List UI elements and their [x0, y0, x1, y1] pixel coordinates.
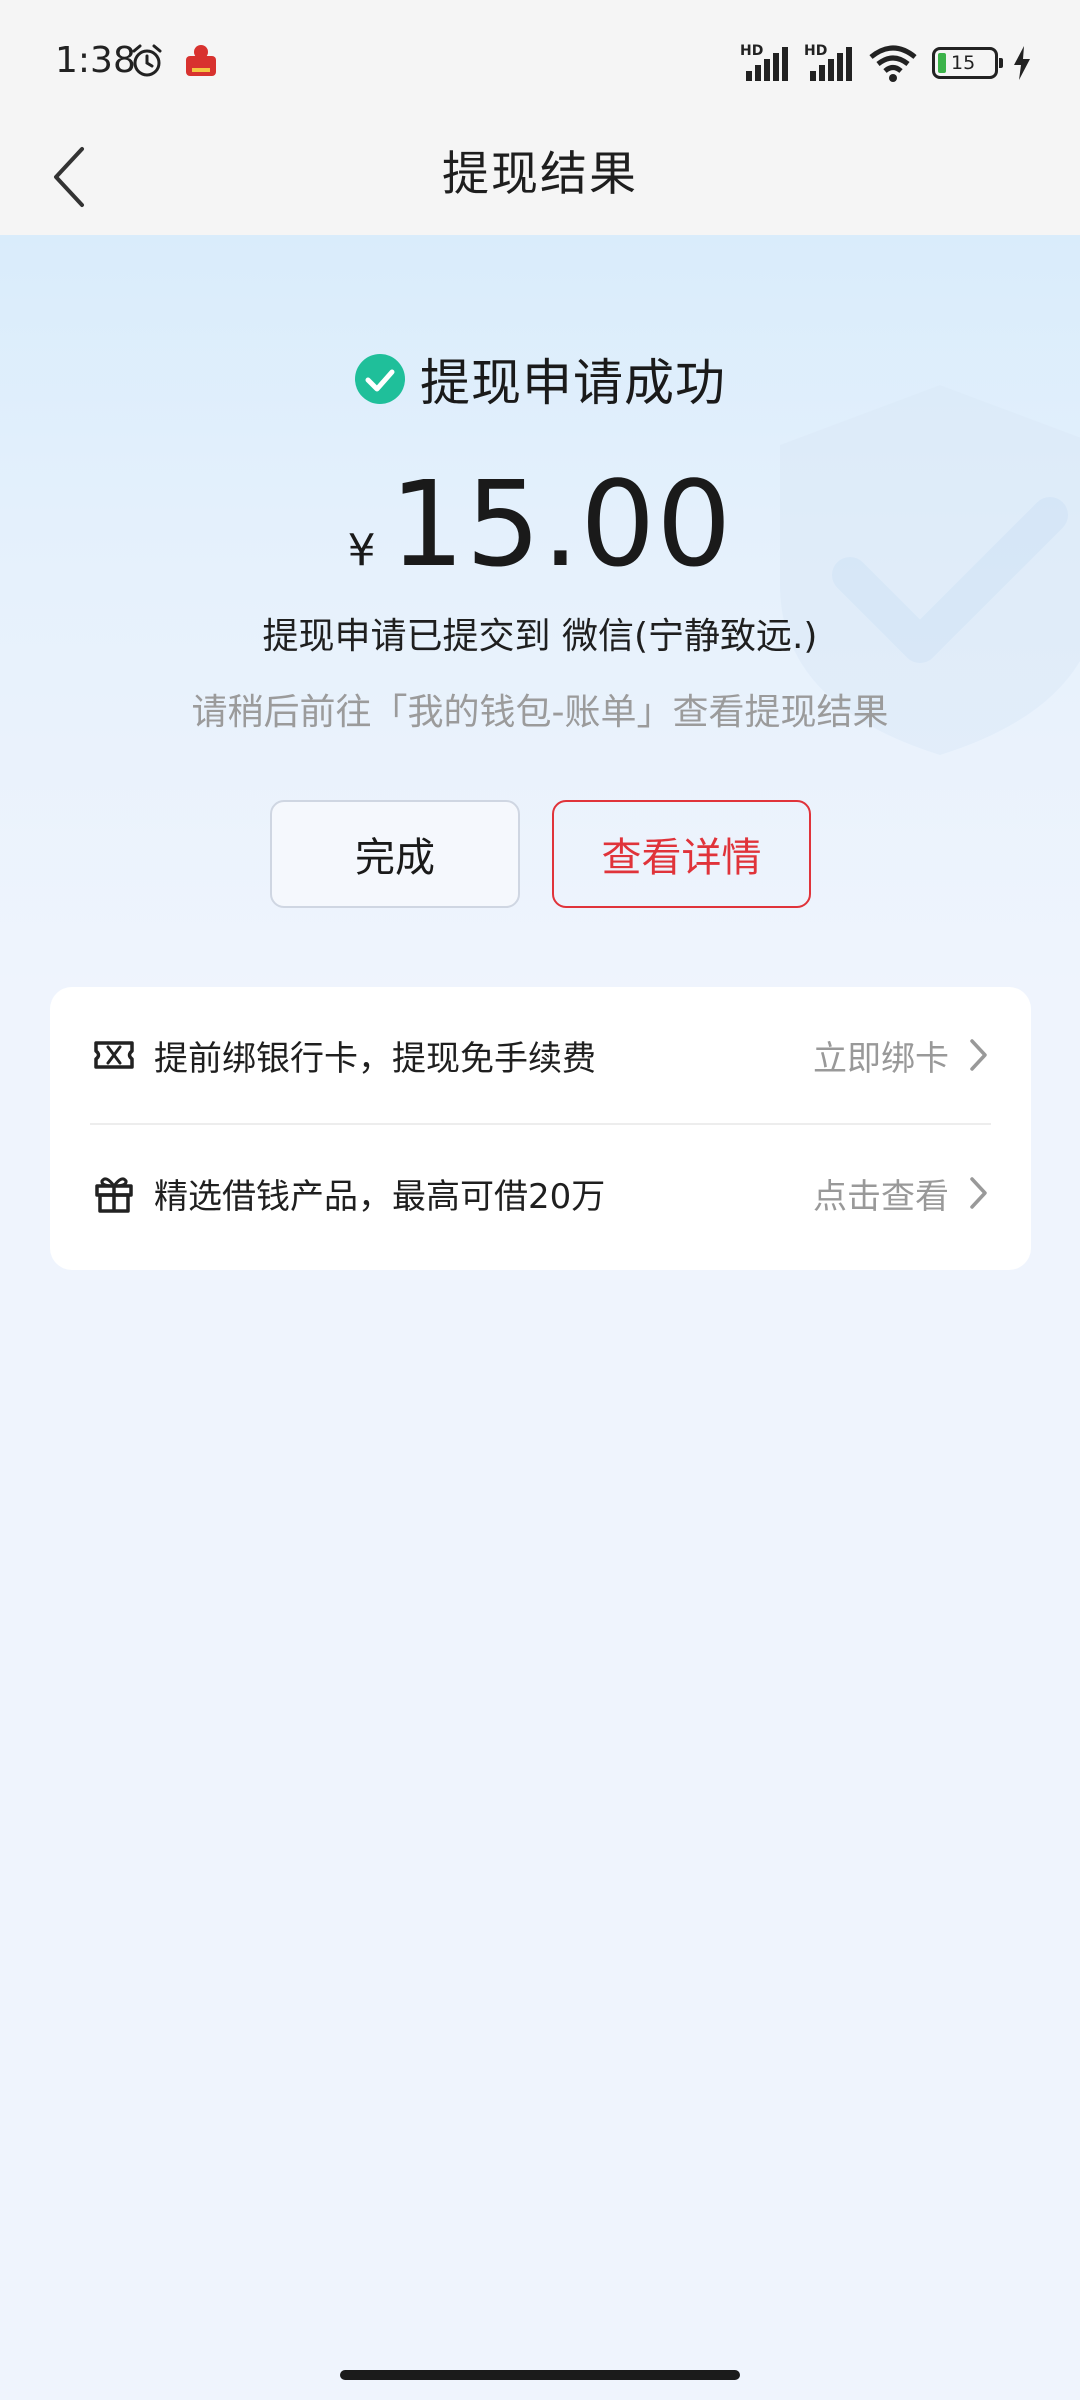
battery-icon: 15	[932, 46, 1003, 79]
page-title: 提现结果	[442, 147, 638, 202]
withdraw-amount: 15.00	[389, 455, 733, 593]
promo-card: 提前绑银行卡，提现免手续费 立即绑卡 精选借钱产品，最高可借20万 点击查看	[50, 987, 1031, 1270]
status-time: 1:38	[55, 40, 136, 81]
wifi-icon	[869, 45, 917, 82]
status-icons: HD HD 15	[740, 40, 1032, 85]
app-notification-icon	[186, 45, 216, 76]
status-bar: 1:38 HD HD 15	[0, 0, 1080, 125]
success-status: 提现申请成功	[0, 343, 1080, 415]
promo-bind-card-row[interactable]: 提前绑银行卡，提现免手续费 立即绑卡	[50, 987, 1031, 1123]
alarm-icon	[132, 44, 162, 77]
promo-loan-row[interactable]: 精选借钱产品，最高可借20万 点击查看	[50, 1125, 1031, 1261]
home-indicator[interactable]	[340, 2370, 740, 2380]
signal-icon: HD	[740, 43, 790, 83]
check-circle-icon	[355, 354, 405, 404]
promo-label: 提前绑银行卡，提现免手续费	[154, 1038, 596, 1079]
hint-text: 请稍后前往「我的钱包-账单」查看提现结果	[191, 692, 889, 733]
amount-display: ¥ 15.00	[0, 455, 1080, 593]
result-hero: 提现申请成功 ¥ 15.00 提现申请已提交到 微信(宁静致远.) 请稍后前往「…	[0, 235, 1080, 995]
chevron-right-icon	[970, 1039, 987, 1071]
submitted-text: 提现申请已提交到 微信(宁静致远.)	[262, 616, 818, 657]
bind-card-link[interactable]: 立即绑卡	[813, 1031, 949, 1080]
gift-icon	[95, 1177, 133, 1213]
currency-symbol: ¥	[347, 525, 376, 576]
view-loan-link[interactable]: 点击查看	[813, 1169, 949, 1218]
chevron-right-icon	[970, 1177, 987, 1209]
promo-label: 精选借钱产品，最高可借20万	[154, 1176, 606, 1217]
done-button[interactable]: 完成	[270, 800, 520, 908]
success-text: 提现申请成功	[420, 354, 726, 412]
charging-icon	[1014, 45, 1030, 80]
ticket-icon	[94, 1041, 134, 1069]
nav-bar: 提现结果	[0, 125, 1080, 235]
signal-icon: HD	[804, 43, 854, 83]
view-details-button[interactable]: 查看详情	[552, 800, 811, 908]
battery-level: 15	[951, 51, 976, 74]
